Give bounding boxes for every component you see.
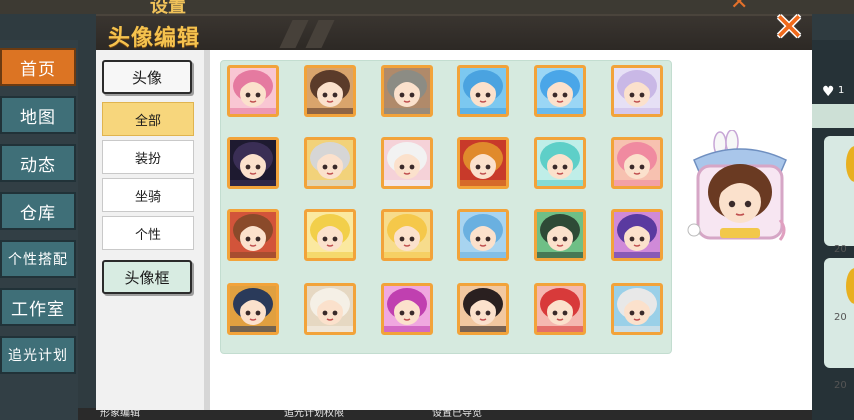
avatar-preview: [680, 129, 800, 250]
polar-bear-boy-avatar[interactable]: [611, 283, 663, 335]
left-nav-item: 追光计划: [0, 336, 76, 374]
clockwork-fox-avatar[interactable]: [227, 283, 279, 335]
header-stripe: [279, 20, 309, 48]
background-title: 设置: [150, 0, 186, 17]
dark-bun-girl-avatar[interactable]: [457, 283, 509, 335]
card-label: 20: [834, 312, 847, 323]
subcategory-mount[interactable]: 坐骑: [102, 178, 194, 212]
close-icon: ✕: [773, 5, 805, 49]
mech-pilot-avatar[interactable]: [457, 209, 509, 261]
purple-pony-avatar[interactable]: [611, 209, 663, 261]
dialog-title: 头像编辑: [108, 26, 201, 51]
subcategory-outfit[interactable]: 装扮: [102, 140, 194, 174]
avatar-category-button[interactable]: 头像: [102, 60, 192, 94]
brown-cat-boy-avatar[interactable]: [227, 209, 279, 261]
left-nav-item: 工作室: [0, 288, 76, 326]
blue-cat-avatar[interactable]: [457, 65, 509, 117]
white-bunny-avatar[interactable]: [381, 137, 433, 189]
header-stripe: [305, 20, 335, 48]
avatar-grid: [220, 60, 672, 354]
gray-warrior-avatar[interactable]: [381, 65, 433, 117]
magenta-idol-avatar[interactable]: [381, 283, 433, 335]
background-top-bar: [0, 0, 854, 14]
heart-count: 1: [838, 85, 845, 96]
background-close-icon: ✕: [730, 0, 749, 15]
dialog-header: 头像编辑 ✕: [96, 8, 812, 52]
left-nav-item: 动态: [0, 144, 76, 182]
pink-witch-avatar[interactable]: [611, 137, 663, 189]
lavender-girl-avatar[interactable]: [611, 65, 663, 117]
shadow-cat-avatar[interactable]: [227, 137, 279, 189]
bunny-frame-girl-preview: [687, 129, 787, 241]
snowman-avatar[interactable]: [534, 65, 586, 117]
bear-hood-boy-avatar[interactable]: [304, 283, 356, 335]
subcategory-all[interactable]: 全部: [102, 102, 194, 136]
blonde-girl-avatar[interactable]: [304, 209, 356, 261]
avatar-frame-category-button[interactable]: 头像框: [102, 260, 192, 294]
pink-hair-girl-avatar[interactable]: [227, 65, 279, 117]
red-hood-girl-avatar[interactable]: [534, 283, 586, 335]
heart-icon: ♥: [822, 84, 835, 100]
red-fox-girl-avatar[interactable]: [457, 137, 509, 189]
left-nav-item: 首页: [0, 48, 76, 86]
left-nav-item: 个性搭配: [0, 240, 76, 278]
category-sidebar: 头像 全部 装扮 坐骑 个性 头像框: [96, 50, 210, 410]
brown-hair-boy-avatar[interactable]: [304, 65, 356, 117]
left-nav-item: 仓库: [0, 192, 76, 230]
close-button[interactable]: ✕: [770, 8, 808, 46]
teal-twin-girl-avatar[interactable]: [534, 137, 586, 189]
avatar-edit-dialog: 头像编辑 ✕ 头像 全部 装扮 坐骑 个性 头像框: [96, 8, 812, 410]
green-hair-girl-avatar[interactable]: [534, 209, 586, 261]
left-nav-item: 地图: [0, 96, 76, 134]
golden-princess-avatar[interactable]: [381, 209, 433, 261]
subcategory-personality[interactable]: 个性: [102, 216, 194, 250]
card-label: 20: [834, 244, 847, 255]
background-right-strip: [812, 104, 854, 128]
silver-fox-avatar[interactable]: [304, 137, 356, 189]
card-label: 20: [834, 380, 847, 391]
dialog-body: 头像 全部 装扮 坐骑 个性 头像框: [96, 50, 812, 410]
